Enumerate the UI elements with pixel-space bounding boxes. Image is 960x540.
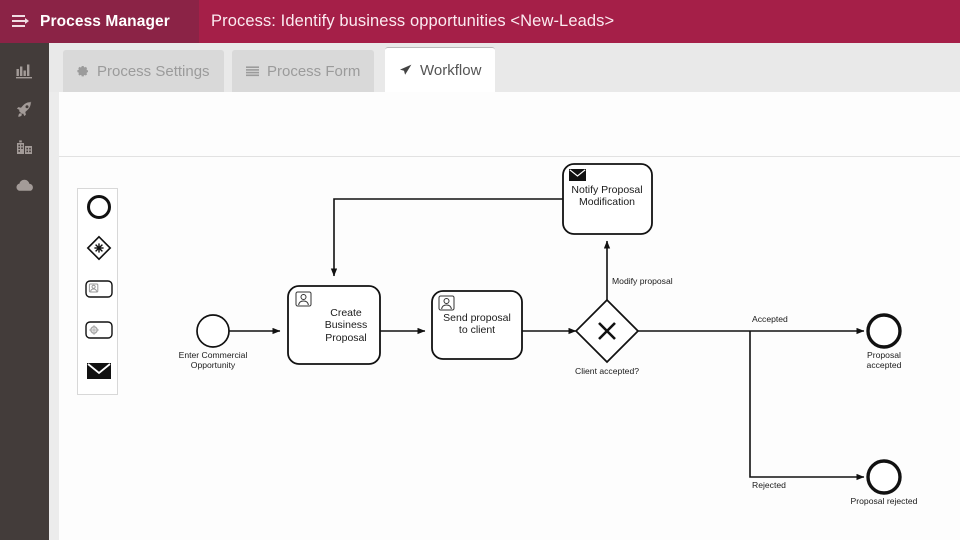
tab-label: Process Settings	[97, 62, 210, 80]
bar-chart-icon	[16, 64, 33, 79]
tab-strip: Process Settings Process Form Workflow	[49, 43, 960, 92]
palette-gateway[interactable]	[78, 230, 119, 271]
edge-label-modify-proposal: Modify proposal	[612, 276, 673, 286]
envelope-icon	[86, 361, 112, 386]
hamburger-icon[interactable]	[12, 15, 29, 28]
task-label-notify-proposal-modification: Notify Proposal Modification	[571, 184, 643, 209]
circle-icon	[86, 194, 112, 225]
left-sidebar	[0, 43, 49, 540]
workflow-canvas[interactable]: Enter Commercial Opportunity Create Busi…	[49, 92, 960, 540]
application-window: Process Manager Process: Identify busine…	[0, 0, 960, 540]
gateway-label-client-accepted: Client accepted?	[574, 366, 640, 376]
task-label-create-business-proposal: Create Business Proposal	[324, 307, 368, 344]
service-task-icon	[84, 319, 113, 346]
tab-workflow[interactable]: Workflow	[385, 47, 496, 92]
tab-label: Process Form	[267, 62, 361, 80]
tab-label: Workflow	[420, 61, 482, 79]
edge-label-rejected: Rejected	[752, 480, 786, 490]
task-label-send-proposal-to-client: Send proposal to client	[443, 312, 511, 337]
palette-service-task[interactable]	[78, 312, 119, 353]
sidebar-item-cloud[interactable]	[0, 166, 49, 204]
top-header-bar: Process Manager Process: Identify busine…	[0, 0, 960, 43]
palette-start-event[interactable]	[78, 189, 119, 230]
end-event-label-proposal-accepted: Proposal accepted	[866, 350, 902, 371]
bpmn-palette[interactable]	[77, 188, 118, 395]
cursor-arrow-icon	[399, 64, 412, 76]
building-icon	[16, 139, 33, 155]
gear-icon	[77, 65, 89, 77]
user-task-icon	[84, 278, 113, 305]
sidebar-item-organization[interactable]	[0, 128, 49, 166]
edge-label-accepted: Accepted	[752, 314, 788, 324]
palette-user-task[interactable]	[78, 271, 119, 312]
bpmn-diagram: Enter Commercial Opportunity Create Busi…	[49, 92, 960, 540]
start-event-label: Enter Commercial Opportunity	[178, 350, 248, 371]
tab-process-settings[interactable]: Process Settings	[63, 50, 224, 92]
sidebar-item-dashboard[interactable]	[0, 52, 49, 90]
brand-area[interactable]: Process Manager	[0, 0, 199, 43]
list-icon	[246, 65, 259, 77]
sidebar-item-launch[interactable]	[0, 90, 49, 128]
diamond-icon	[86, 235, 112, 266]
tab-process-form[interactable]: Process Form	[232, 50, 375, 92]
end-event-label-proposal-rejected: Proposal rejected	[850, 496, 918, 506]
page-title: Process: Identify business opportunities…	[211, 12, 615, 30]
palette-message-task[interactable]	[78, 353, 119, 394]
rocket-icon	[16, 101, 33, 118]
cloud-icon	[16, 179, 34, 192]
content-area: Process Settings Process Form Workflow E…	[49, 43, 960, 540]
brand-title: Process Manager	[40, 12, 170, 30]
